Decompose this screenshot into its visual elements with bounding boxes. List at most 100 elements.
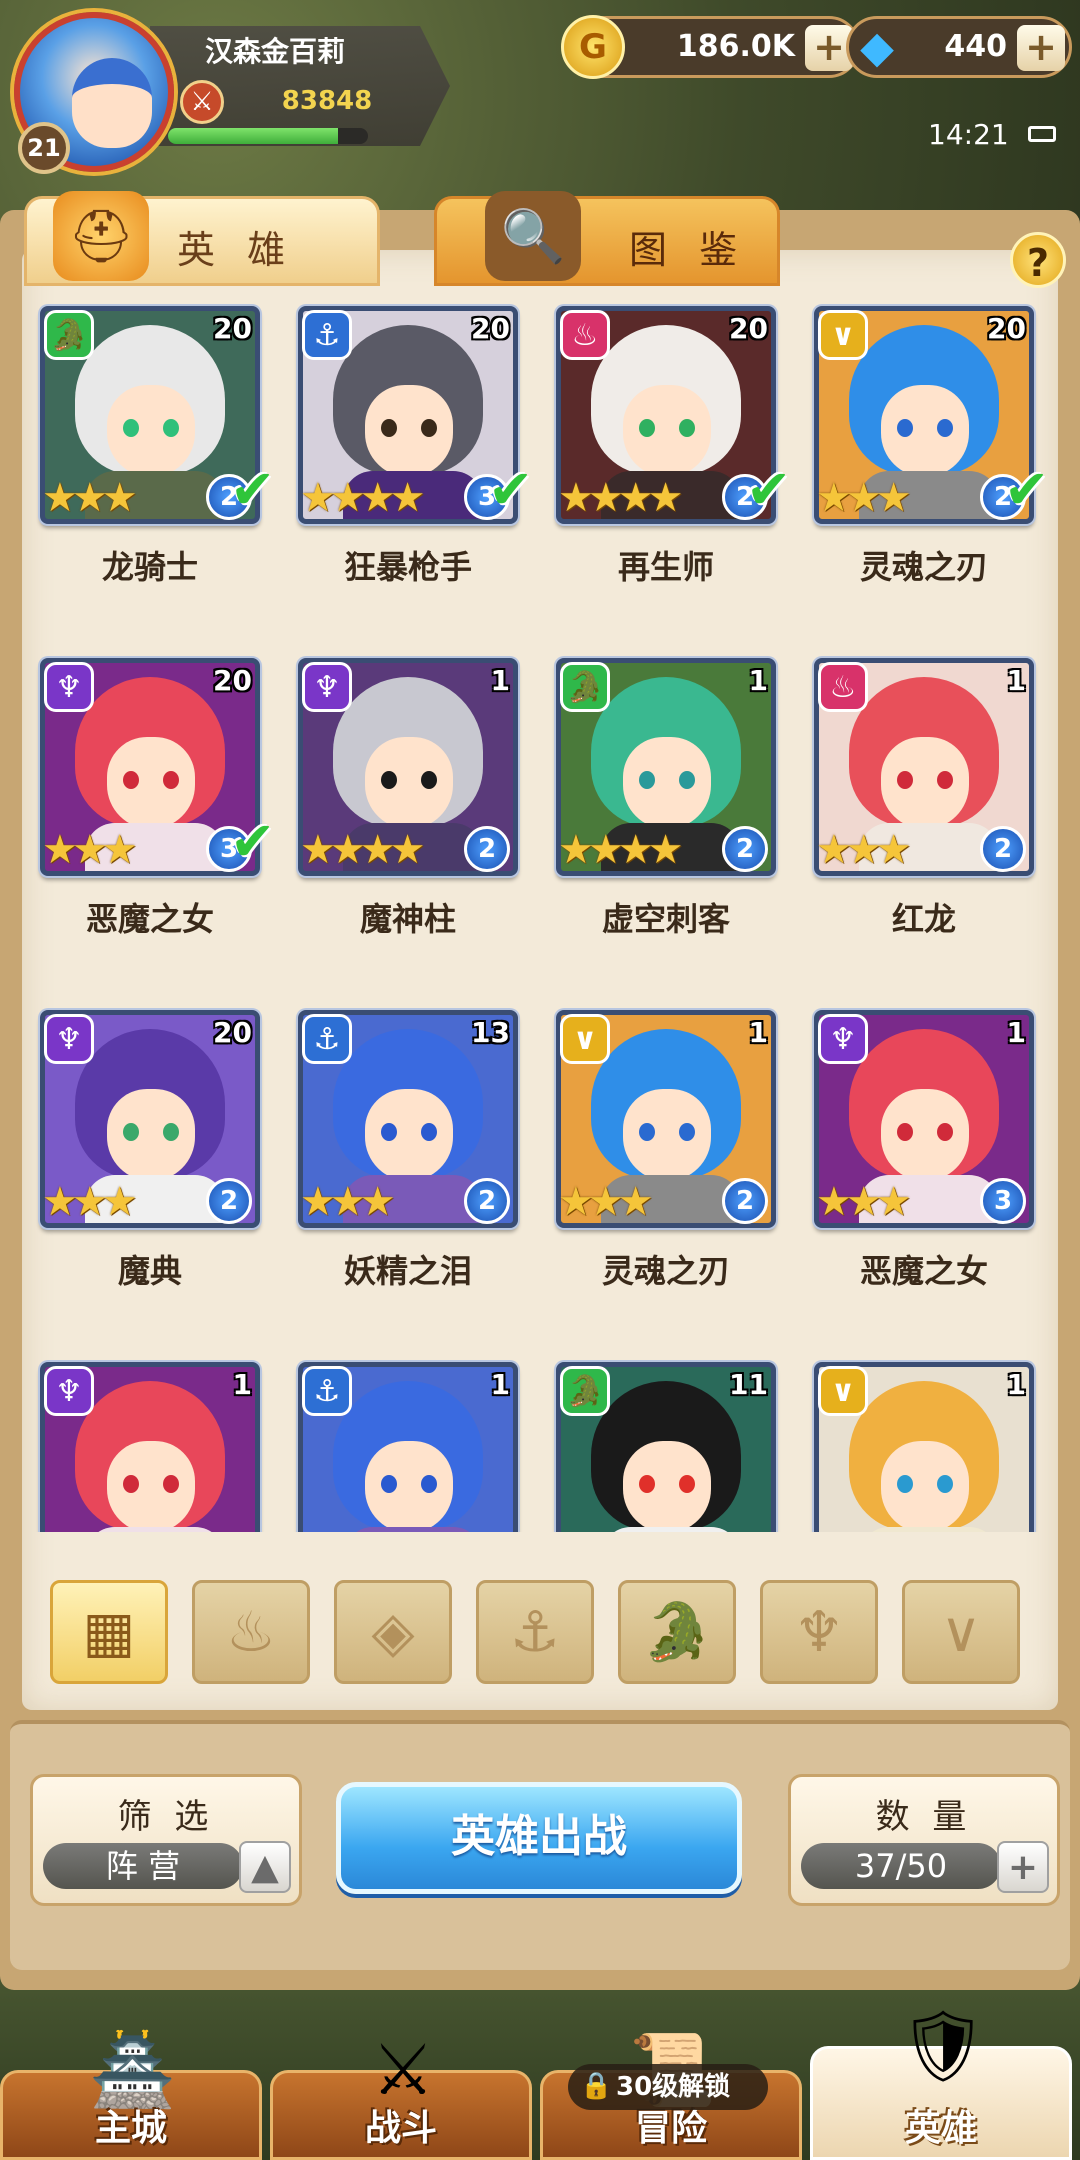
hero-name: 再生师: [617, 548, 714, 586]
hero-name: 灵魂之刃: [859, 548, 988, 586]
flame-icon: ♨: [560, 310, 610, 360]
hero-card[interactable]: ⚓ 1: [298, 1350, 520, 1532]
hero-helmet-icon: 🛡: [898, 2004, 988, 2087]
hero-grid: 🐊 20 ★★★ 2 ✔ 龙骑士 ⚓ 20 ★★★★ 3 ✔ 狂暴枪手 ♨ 20 ★★★★ 2 ✔ 再生师 ∨ 20 ★…: [22, 290, 1058, 1532]
hero-rank-badge: 2: [980, 826, 1026, 872]
hero-eye: [381, 419, 397, 437]
filter-anchor-icon[interactable]: ⚓: [476, 1580, 594, 1684]
checkmark-icon: ✔: [230, 810, 276, 873]
chevron-up-icon[interactable]: ▲: [239, 1841, 291, 1893]
hero-level: 1: [1006, 1016, 1026, 1049]
hero-eye: [639, 1123, 655, 1141]
anchor-icon: ⚓: [302, 1366, 352, 1416]
hero-name: 魔神柱: [359, 900, 456, 938]
hero-card[interactable]: 🐊 1 ★★★★ 2 虚空刺客: [556, 646, 778, 946]
hero-card[interactable]: 🐊 20 ★★★ 2 ✔ 龙骑士: [40, 294, 275, 594]
hero-outfit: [601, 1527, 741, 1532]
hero-eye: [897, 419, 913, 437]
xp-fill: [168, 128, 338, 144]
hero-eye: [123, 419, 139, 437]
hero-rank-badge: 2: [206, 1178, 252, 1224]
hero-eye: [381, 1123, 397, 1141]
star-rating-icon: ★★★★: [558, 475, 683, 521]
hero-face: [365, 385, 453, 477]
hero-level: 1: [748, 664, 768, 697]
filter-diamond-icon[interactable]: ◈: [334, 1580, 452, 1684]
hero-level: 20: [213, 1016, 252, 1049]
hero-eye: [163, 1475, 179, 1493]
filter-grid-all-icon[interactable]: ▦: [50, 1580, 168, 1684]
hero-card[interactable]: ♆ 20 ★★★ 2 魔典: [40, 998, 262, 1298]
nav-battle[interactable]: ⚔ 战斗: [270, 2029, 532, 2160]
hero-level: 1: [490, 664, 510, 697]
hero-card[interactable]: ⚓ 13 ★★★ 2 妖精之泪: [298, 998, 520, 1298]
hero-card[interactable]: ♆ 20 ★★★ 3 ✔ 恶魔之女: [40, 646, 275, 946]
tab-codex-label: 图 鉴: [629, 228, 748, 272]
hero-card[interactable]: 🐊 11: [556, 1350, 778, 1532]
tab-codex[interactable]: 🔍 图 鉴: [434, 191, 780, 286]
add-gems-button[interactable]: +: [1017, 25, 1065, 71]
hero-card[interactable]: ♨ 1 ★★★ 2 红龙: [814, 646, 1036, 946]
hero-face: [365, 1089, 453, 1181]
hero-eye: [679, 771, 695, 789]
star-rating-icon: ★★★: [816, 475, 912, 521]
add-slot-button[interactable]: +: [997, 1841, 1049, 1893]
filter-value[interactable]: 阵 营: [43, 1843, 243, 1889]
hero-eye: [163, 419, 179, 437]
faction-filter-bar: ▦ ♨ ◈ ⚓ 🐊 ♆ ∨: [50, 1580, 1030, 1690]
hero-card[interactable]: ∨ 1 ★★★ 2 灵魂之刃: [556, 998, 778, 1298]
hero-card[interactable]: ∨ 1: [814, 1350, 1036, 1532]
hero-rank-badge: 2: [722, 1178, 768, 1224]
filter-flame-icon[interactable]: ♨: [192, 1580, 310, 1684]
hero-level: 13: [471, 1016, 510, 1049]
filter-dragon-icon[interactable]: 🐊: [618, 1580, 736, 1684]
filter-panel: 筛 选 阵 营 ▲: [30, 1774, 302, 1906]
help-button[interactable]: ?: [1010, 232, 1066, 288]
filter-chevron-wing-icon[interactable]: ∨: [902, 1580, 1020, 1684]
hero-eye: [937, 1475, 953, 1493]
hero-card[interactable]: ♨ 20 ★★★★ 2 ✔ 再生师: [556, 294, 791, 594]
hero-name: 龙骑士: [101, 548, 198, 586]
hero-outfit: [85, 1527, 225, 1532]
star-rating-icon: ★★★★: [300, 475, 425, 521]
hero-eye: [937, 771, 953, 789]
count-panel: 数 量 37/50 +: [788, 1774, 1060, 1906]
hero-card[interactable]: ♆ 1 ★★★★ 2 魔神柱: [298, 646, 520, 946]
hero-level: 1: [490, 1368, 510, 1401]
hero-level: 11: [729, 1368, 768, 1401]
hero-eye: [897, 1475, 913, 1493]
gem-counter: ◆ 440 +: [846, 16, 1072, 78]
hero-card[interactable]: ♆ 1 ★★★ 3 恶魔之女: [814, 998, 1036, 1298]
hero-helmet-icon: ⛑: [53, 191, 149, 281]
hero-rank-badge: 3: [980, 1178, 1026, 1224]
hero-eye: [163, 771, 179, 789]
hero-face: [107, 1441, 195, 1532]
hero-card[interactable]: ∨ 20 ★★★ 2 ✔ 灵魂之刃: [814, 294, 1049, 594]
hero-eye: [421, 1475, 437, 1493]
hero-card[interactable]: ♆ 1: [40, 1350, 262, 1532]
avatar-face: [72, 58, 152, 148]
dragon-icon: 🐊: [560, 662, 610, 712]
hero-eye: [381, 771, 397, 789]
filter-demon-horns-icon[interactable]: ♆: [760, 1580, 878, 1684]
hero-face: [623, 1441, 711, 1532]
chevron-wing-icon: ∨: [560, 1014, 610, 1064]
star-rating-icon: ★★★: [42, 827, 138, 873]
deploy-heroes-button[interactable]: 英雄出战: [336, 1782, 742, 1894]
hero-face: [623, 737, 711, 829]
tab-heroes[interactable]: ⛑ 英 雄: [24, 191, 380, 286]
checkmark-icon: ✔: [230, 458, 276, 521]
demon-horns-icon: ♆: [44, 1014, 94, 1064]
nav-heroes[interactable]: 🛡 英雄: [810, 2005, 1072, 2160]
adventure-lock-tag: 🔒 30级解锁: [568, 2064, 768, 2110]
checkmark-icon: ✔: [1004, 458, 1050, 521]
nav-heroes-label: 英雄: [904, 2108, 977, 2149]
hero-card[interactable]: ⚓ 20 ★★★★ 3 ✔ 狂暴枪手: [298, 294, 533, 594]
hero-eye: [679, 419, 695, 437]
hero-eye: [421, 771, 437, 789]
filter-title: 筛 选: [117, 1797, 215, 1837]
hero-face: [365, 737, 453, 829]
hero-count: 37/50: [801, 1843, 1001, 1889]
demon-horns-icon: ♆: [44, 1366, 94, 1416]
nav-main-city[interactable]: 🏯 主城: [0, 2029, 262, 2160]
